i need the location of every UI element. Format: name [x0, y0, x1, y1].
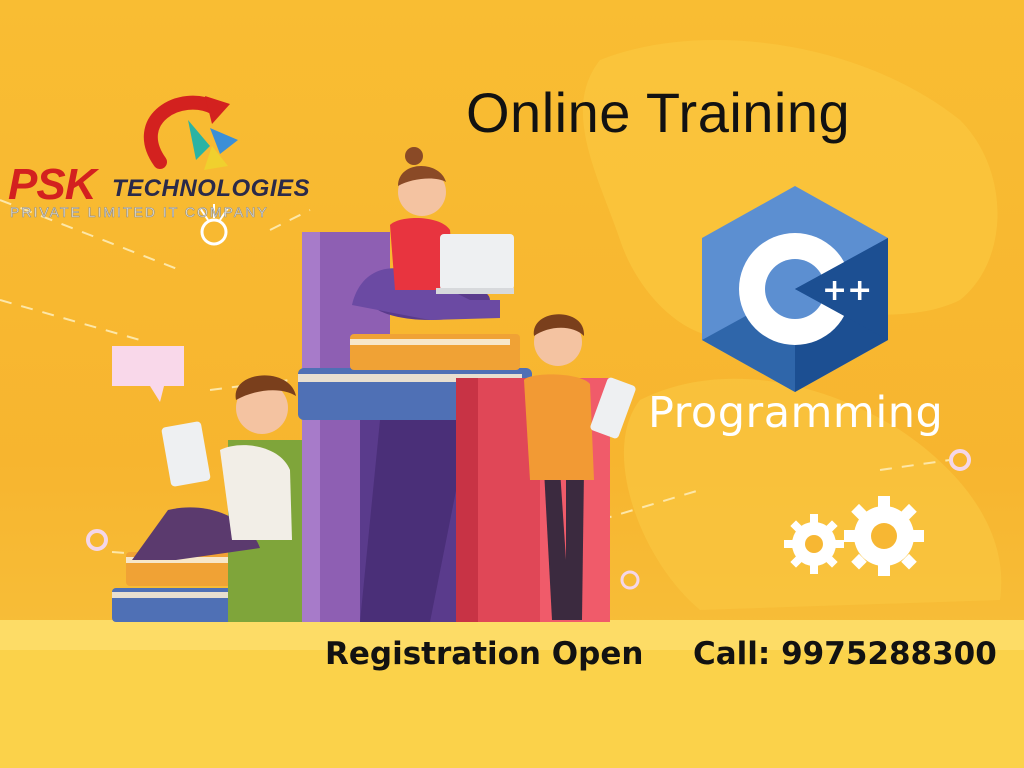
- brand-tagline: PRIVATE LIMITED IT COMPANY: [10, 204, 269, 221]
- call-text: Call: 9975288300: [693, 636, 997, 672]
- brand-name-secondary: TECHNOLOGIES: [112, 175, 311, 202]
- registration-text: Registration Open: [325, 636, 644, 672]
- chat-bubble-icon: [112, 346, 184, 402]
- cpp-hexagon-logo-icon: ++: [702, 186, 888, 392]
- brand-name-main: PSK: [8, 160, 96, 209]
- poster: PSK TECHNOLOGIES PRIVATE LIMITED IT COMP…: [0, 0, 1024, 768]
- course-label: Programming: [648, 388, 944, 438]
- headline: Online Training: [466, 81, 851, 144]
- cpp-superscript: ++: [822, 273, 872, 308]
- gear-icon: [784, 496, 924, 576]
